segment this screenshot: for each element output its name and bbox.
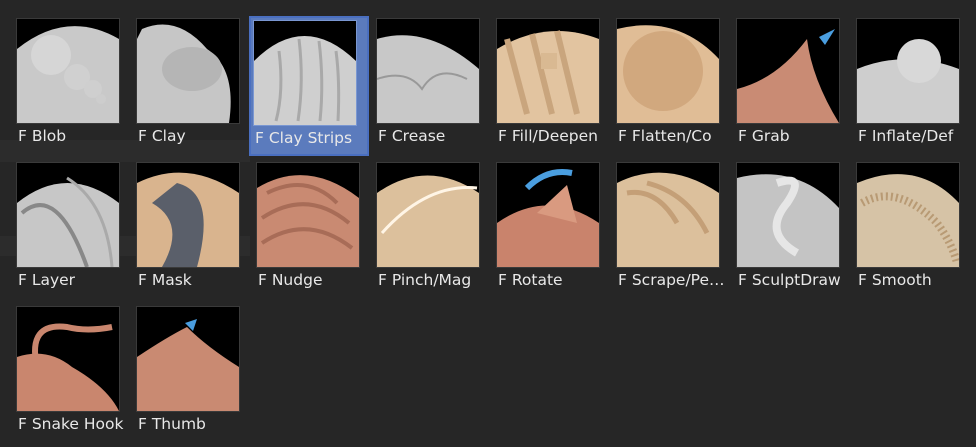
blob-brush-icon [16,18,120,124]
scrape-peaks-brush-icon [616,162,720,268]
brush-item[interactable]: F Blob [14,16,134,156]
clay-strips-brush-icon [253,20,357,126]
pinch-magnify-brush-icon [376,162,480,268]
brush-item[interactable]: F Grab [734,16,854,156]
snake-hook-brush-icon [16,306,120,412]
brush-item[interactable]: F Clay [134,16,254,156]
brush-label: F Rotate [498,271,563,289]
brush-item[interactable]: F Thumb [134,304,254,444]
brush-label: F Scrape/Pe… [618,271,725,289]
crease-brush-icon [376,18,480,124]
brush-label: F Inflate/Def [858,127,954,145]
sculpt-draw-brush-icon [736,162,840,268]
brush-item[interactable]: F Crease [374,16,494,156]
brush-label: F Crease [378,127,446,145]
brush-item[interactable]: F Smooth [854,160,974,300]
flatten-contrast-brush-icon [616,18,720,124]
brush-label: F Fill/Deepen [498,127,598,145]
brush-label: F SculptDraw [738,271,841,289]
brush-item[interactable]: F Layer [14,160,134,300]
layer-brush-icon [16,162,120,268]
brush-item[interactable]: F Fill/Deepen [494,16,614,156]
brush-item[interactable]: F SculptDraw [734,160,854,300]
brush-label: F Pinch/Mag [378,271,472,289]
fill-deepen-brush-icon [496,18,600,124]
brush-grid: F Blob F Clay F Clay Strips F Crease F Fill/… [0,0,976,447]
brush-label: F Clay [138,127,186,145]
brush-item[interactable]: F Flatten/Co [614,16,734,156]
brush-label: F Clay Strips [255,129,353,147]
brush-label: F Grab [738,127,790,145]
brush-item[interactable]: F Mask [134,160,254,300]
brush-item[interactable]: F Snake Hook [14,304,134,444]
brush-item[interactable]: F Pinch/Mag [374,160,494,300]
brush-label: F Layer [18,271,76,289]
brush-label: F Thumb [138,415,206,433]
rotate-brush-icon [496,162,600,268]
brush-label: F Blob [18,127,67,145]
thumb-brush-icon [136,306,240,412]
clay-brush-icon [136,18,240,124]
brush-label: F Smooth [858,271,932,289]
brush-label: F Mask [138,271,192,289]
brush-label: F Nudge [258,271,323,289]
nudge-brush-icon [256,162,360,268]
brush-item[interactable]: F Scrape/Pe… [614,160,734,300]
smooth-brush-icon [856,162,960,268]
mask-brush-icon [136,162,240,268]
brush-item[interactable]: F Clay Strips [249,16,369,156]
brush-label: F Flatten/Co [618,127,712,145]
brush-item[interactable]: F Inflate/Def [854,16,974,156]
grab-brush-icon [736,18,840,124]
brush-item[interactable]: F Nudge [254,160,374,300]
brush-item[interactable]: F Rotate [494,160,614,300]
inflate-deflate-brush-icon [856,18,960,124]
brush-label: F Snake Hook [18,415,124,433]
